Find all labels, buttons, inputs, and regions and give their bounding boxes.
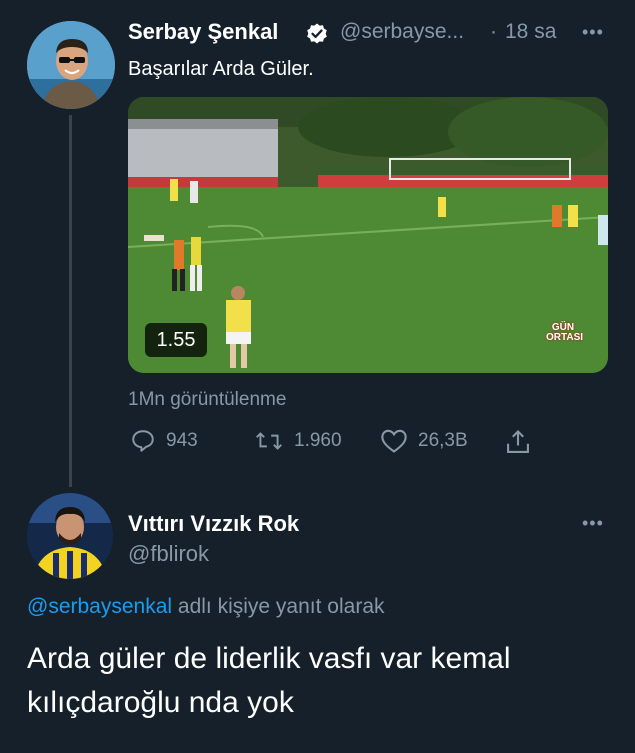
- watermark-line-2: ORTASI: [546, 332, 584, 343]
- reply-count: 943: [166, 430, 198, 451]
- replying-to-mention[interactable]: @serbaysenkal: [27, 595, 172, 618]
- tweet-time[interactable]: 18 sa: [505, 20, 556, 44]
- reply-text-line-2: kılıçdaroğlu nda yok: [27, 686, 294, 719]
- author-handle[interactable]: @serbayse...: [340, 20, 464, 44]
- reply-author-name[interactable]: Vıttırı Vızzık Rok: [128, 511, 299, 537]
- author-name[interactable]: Serbay Şenkal: [128, 19, 278, 45]
- verified-badge-icon: [307, 23, 327, 44]
- tweet-text: Başarılar Arda Güler.: [128, 58, 314, 80]
- like-count: 26,3B: [418, 430, 468, 451]
- share-icon[interactable]: [504, 428, 532, 456]
- retweet-action[interactable]: 1.960: [254, 428, 342, 454]
- replying-to-suffix: adlı kişiye yanıt olarak: [172, 595, 385, 618]
- like-heart-icon: [381, 429, 407, 453]
- avatar-fblirok[interactable]: [27, 493, 113, 579]
- retweet-icon: [255, 432, 283, 450]
- thread-connector-line: [69, 115, 72, 487]
- like-action[interactable]: 26,3B: [380, 428, 468, 454]
- reply-text-line-1: Arda güler de liderlik vasfı var kemal: [27, 642, 511, 675]
- view-count: 1Mn görüntülenme: [128, 389, 287, 410]
- avatar-portrait: [27, 21, 115, 109]
- reply-author-handle[interactable]: @fblirok: [128, 541, 209, 567]
- retweet-count: 1.960: [294, 430, 342, 451]
- reply-action[interactable]: 943: [130, 428, 198, 454]
- reply-more-options-icon[interactable]: •••: [582, 513, 604, 534]
- more-options-icon[interactable]: •••: [582, 22, 604, 43]
- replying-to-line: @serbaysenkal adlı kişiye yanıt olarak: [27, 595, 385, 619]
- avatar-portrait: [27, 493, 113, 579]
- reply-icon: [132, 430, 154, 452]
- reply-text: Arda güler de liderlik vasfı var kemal k…: [27, 637, 511, 725]
- avatar-serbay[interactable]: [27, 21, 115, 109]
- time-separator: ·: [490, 20, 497, 43]
- video-duration-badge: 1.55: [145, 323, 207, 357]
- channel-watermark: GÜN ORTASI: [546, 323, 584, 343]
